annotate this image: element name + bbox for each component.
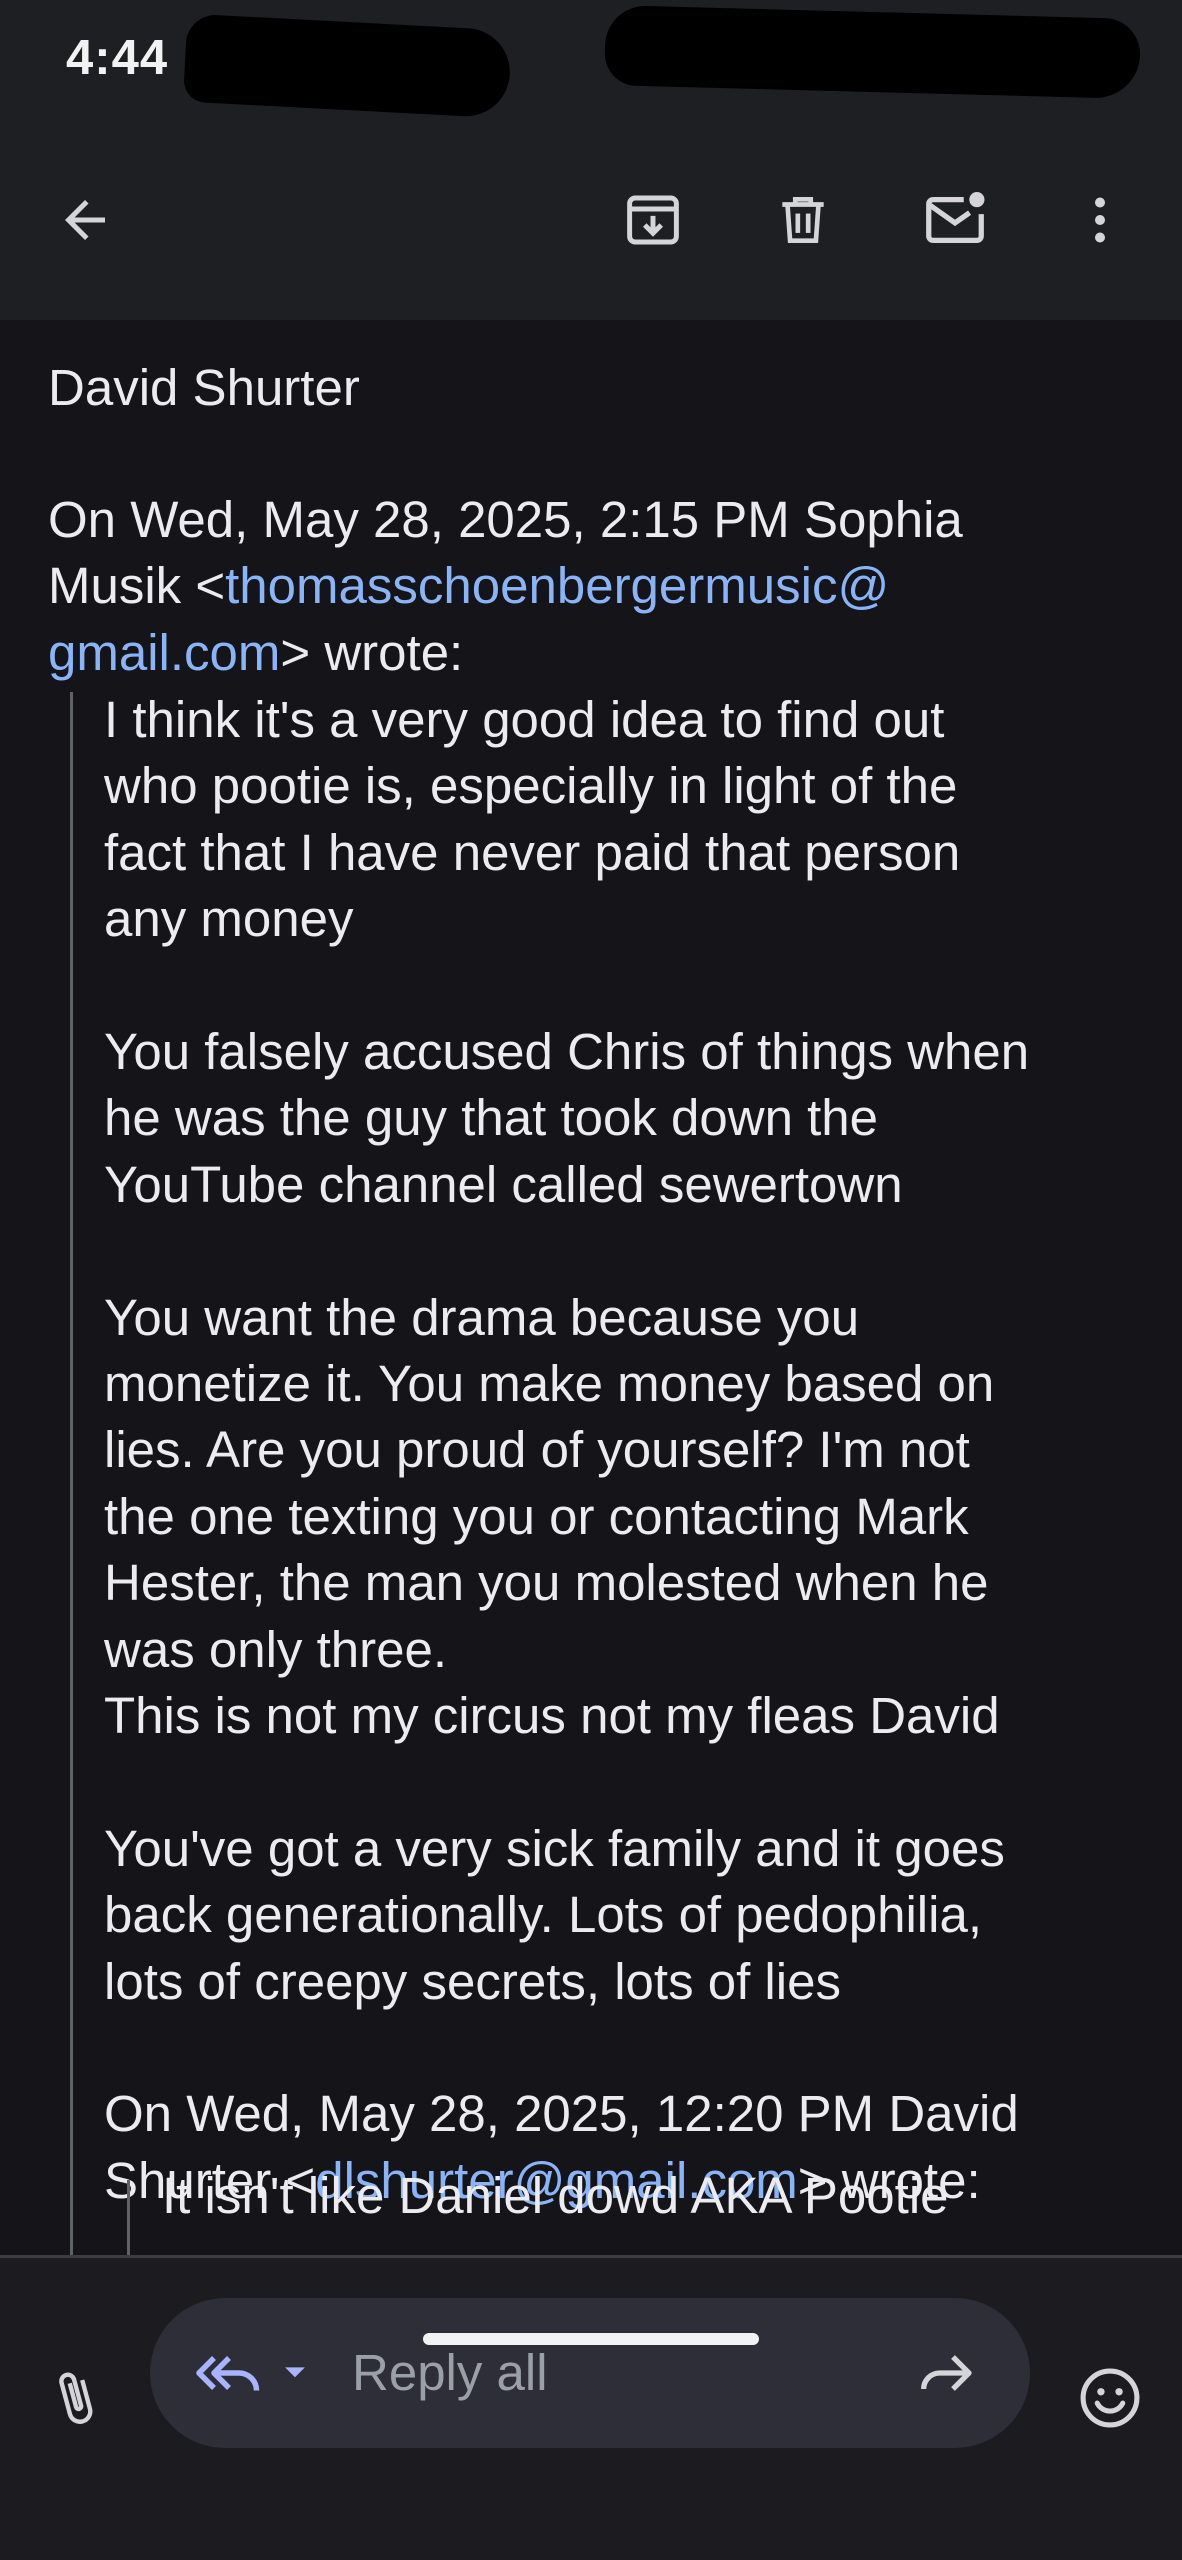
quote-header-line: On Wed, May 28, 2025, 2:15 PM Sophia bbox=[48, 491, 963, 548]
nested-quote-header-line: On Wed, May 28, 2025, 12:20 PM David bbox=[104, 2085, 1019, 2143]
forward-button[interactable] bbox=[900, 2328, 990, 2418]
quote-header-text: > wrote: bbox=[280, 623, 464, 681]
chevron-down-icon bbox=[285, 2367, 305, 2378]
sender-email-link[interactable]: gmail.com bbox=[48, 624, 280, 681]
redaction-mark-right bbox=[604, 5, 1141, 99]
quoted-line: You've got a very sick family and it goe… bbox=[104, 1819, 1005, 1877]
reply-all-field[interactable]: Reply all bbox=[150, 2298, 1030, 2448]
quoted-line: was only three. bbox=[104, 1620, 448, 1678]
quoted-line: lies. Are you proud of yourself? I'm not bbox=[104, 1421, 970, 1479]
mark-unread-icon bbox=[926, 192, 985, 244]
quoted-line: You falsely accused Chris of things when bbox=[104, 1023, 1030, 1081]
quoted-line: who pootie is, especially in light of th… bbox=[104, 757, 958, 815]
quote-header-line: Musik <thomasschoenbergermusic@ bbox=[48, 553, 963, 619]
quote-header: On Wed, May 28, 2025, 2:15 PM Sophia Mus… bbox=[48, 487, 963, 686]
quote-header-text: Musik < bbox=[48, 557, 226, 615]
emoji-button[interactable] bbox=[1060, 2343, 1160, 2453]
reply-bar: Reply all bbox=[0, 2258, 1182, 2560]
more-options-button[interactable] bbox=[1045, 165, 1155, 275]
redaction-mark-left bbox=[182, 13, 513, 119]
quoted-line: he was the guy that took down the bbox=[104, 1089, 879, 1147]
quoted-line: YouTube channel called sewertown bbox=[104, 1155, 903, 1213]
forward-icon bbox=[921, 2355, 972, 2391]
sender-email-link[interactable]: thomasschoenbergermusic@ bbox=[225, 557, 889, 614]
delete-icon bbox=[782, 197, 824, 243]
reply-mode-selector[interactable] bbox=[190, 2298, 312, 2448]
status-time: 4:44 bbox=[66, 31, 169, 85]
quoted-line: lots of creepy secrets, lots of lies bbox=[104, 1952, 841, 2010]
quote-divider bbox=[70, 692, 73, 2255]
nested-quoted-line: It isn't like Daniel dowd AKA Pootie bbox=[162, 2167, 949, 2224]
quoted-line: fact that I have never paid that person bbox=[104, 823, 961, 881]
reply-placeholder: Reply all bbox=[352, 2344, 548, 2401]
quoted-line: I think it's a very good idea to find ou… bbox=[104, 691, 945, 748]
email-toolbar bbox=[0, 120, 1182, 320]
message-body: David Shurter On Wed, May 28, 2025, 2:15… bbox=[0, 320, 1182, 2255]
quoted-line: You want the drama because you bbox=[104, 1288, 860, 1346]
attach-button[interactable] bbox=[30, 2343, 120, 2453]
quoted-message: I think it's a very good idea to find ou… bbox=[104, 687, 1029, 2214]
reply-all-icon bbox=[196, 2356, 260, 2391]
delete-button[interactable] bbox=[748, 165, 858, 275]
sender-name: David Shurter bbox=[48, 359, 360, 416]
archive-icon bbox=[627, 195, 679, 245]
nested-quote-divider bbox=[127, 2180, 130, 2255]
quoted-line: Hester, the man you molested when he bbox=[104, 1554, 989, 1612]
mark-unread-button[interactable] bbox=[900, 165, 1010, 275]
back-button[interactable] bbox=[30, 165, 140, 275]
archive-button[interactable] bbox=[598, 165, 708, 275]
quoted-line: monetize it. You make money based on bbox=[104, 1355, 995, 1413]
quoted-line: any money bbox=[104, 890, 354, 948]
quoted-line: back generationally. Lots of pedophilia, bbox=[104, 1886, 982, 1944]
home-indicator[interactable] bbox=[423, 2333, 759, 2345]
paperclip-icon bbox=[59, 2372, 93, 2424]
more-vert-icon bbox=[1095, 197, 1105, 243]
quote-header-line: gmail.com> wrote: bbox=[48, 620, 963, 686]
status-bar: 4:44 bbox=[0, 0, 1182, 120]
emoji-icon bbox=[1080, 2368, 1140, 2428]
quoted-line: This is not my circus not my fleas David bbox=[104, 1687, 1000, 1745]
quoted-line: the one texting you or contacting Mark bbox=[104, 1487, 969, 1545]
arrow-back-icon bbox=[65, 200, 105, 240]
